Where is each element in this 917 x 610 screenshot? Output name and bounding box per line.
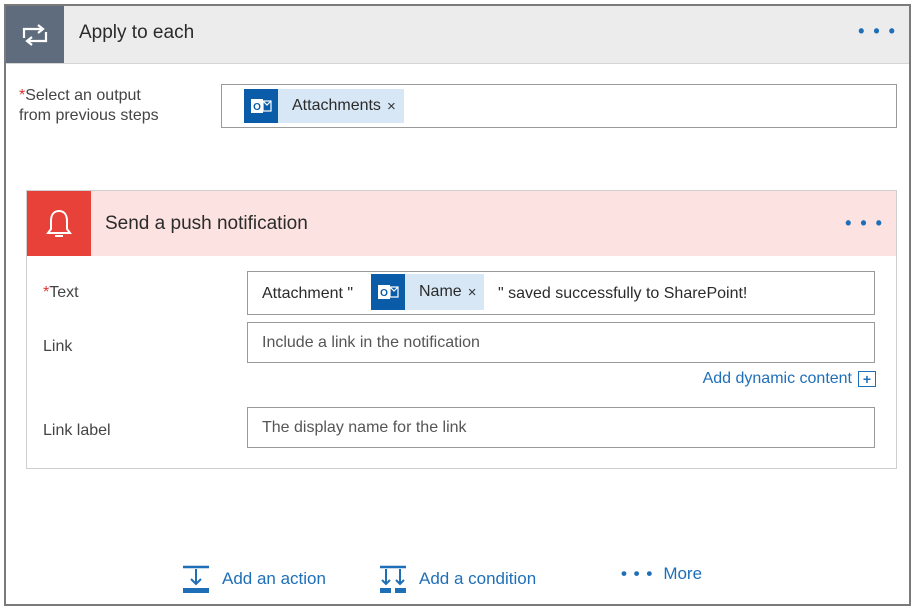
text-suffix: " saved successfully to SharePoint! (498, 285, 748, 302)
link-placeholder: Include a link in the notification (262, 334, 480, 351)
more-label: More (663, 564, 703, 583)
add-an-action-button[interactable]: Add an action (180, 564, 326, 594)
add-action-icon (183, 565, 209, 593)
loop-header[interactable]: Apply to each • • • (6, 6, 909, 64)
plus-box-icon: + (858, 371, 876, 387)
name-token-label: Name (419, 283, 462, 300)
text-field-label: *Text (43, 283, 79, 303)
loop-title: Apply to each (79, 22, 195, 43)
text-field-input[interactable]: Attachment " O Name × " saved successful… (247, 271, 875, 315)
push-notification-card: Send a push notification • • • *Text Att… (26, 190, 897, 469)
add-a-condition-label: Add a condition (419, 569, 537, 588)
add-dynamic-content-link[interactable]: Add dynamic content + (703, 370, 876, 388)
push-notification-header[interactable]: Send a push notification • • • (27, 191, 896, 256)
link-label-input[interactable]: The display name for the link (247, 407, 875, 448)
add-dynamic-content-label: Add dynamic content (702, 370, 852, 387)
more-dots-icon: • • • (621, 564, 654, 583)
link-label-placeholder: The display name for the link (262, 419, 467, 436)
outlook-icon: O (371, 274, 405, 310)
select-output-label-line2: from previous steps (19, 107, 159, 124)
add-a-condition-button[interactable]: Add a condition (377, 564, 536, 594)
svg-text:O: O (253, 102, 261, 113)
select-output-label-line1: Select an output (25, 87, 141, 104)
more-button[interactable]: • • • More (621, 564, 702, 584)
link-input[interactable]: Include a link in the notification (247, 322, 875, 363)
remove-token-icon[interactable]: × (387, 98, 404, 115)
card-more-menu-icon[interactable]: • • • (845, 213, 884, 234)
name-token[interactable]: O Name × (371, 274, 485, 310)
svg-text:O: O (380, 288, 388, 299)
loop-icon (6, 6, 64, 63)
bell-icon (27, 191, 91, 256)
text-prefix: Attachment " (262, 285, 354, 302)
remove-token-icon[interactable]: × (468, 284, 485, 301)
apply-to-each-container: Apply to each • • • *Select an output fr… (4, 4, 911, 606)
attachments-token-label: Attachments (292, 97, 381, 114)
text-field-label-text: Text (49, 284, 79, 301)
link-label-field-label: Link label (43, 422, 111, 439)
outlook-icon: O (244, 89, 278, 123)
select-output-input[interactable]: O Attachments × (221, 84, 897, 128)
add-condition-icon (380, 565, 406, 593)
loop-more-menu-icon[interactable]: • • • (858, 21, 897, 42)
link-field-label: Link (43, 338, 73, 355)
select-output-label: *Select an output from previous steps (19, 86, 159, 126)
add-an-action-label: Add an action (222, 569, 326, 588)
attachments-token[interactable]: O Attachments × (244, 89, 404, 123)
push-notification-title: Send a push notification (105, 213, 308, 234)
